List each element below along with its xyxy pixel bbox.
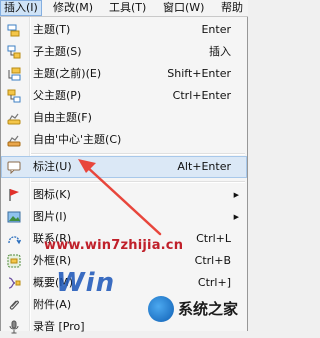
watermark-logo-icon	[148, 296, 174, 322]
watermark-brand-text: 系统之家	[178, 300, 239, 318]
annotation-arrow-icon	[78, 159, 162, 236]
watermark-logo-text: Win	[56, 268, 116, 298]
watermark-site-text: www.win7zhijia.cn	[44, 238, 184, 253]
watermark-brand: 系统之家	[148, 292, 244, 324]
